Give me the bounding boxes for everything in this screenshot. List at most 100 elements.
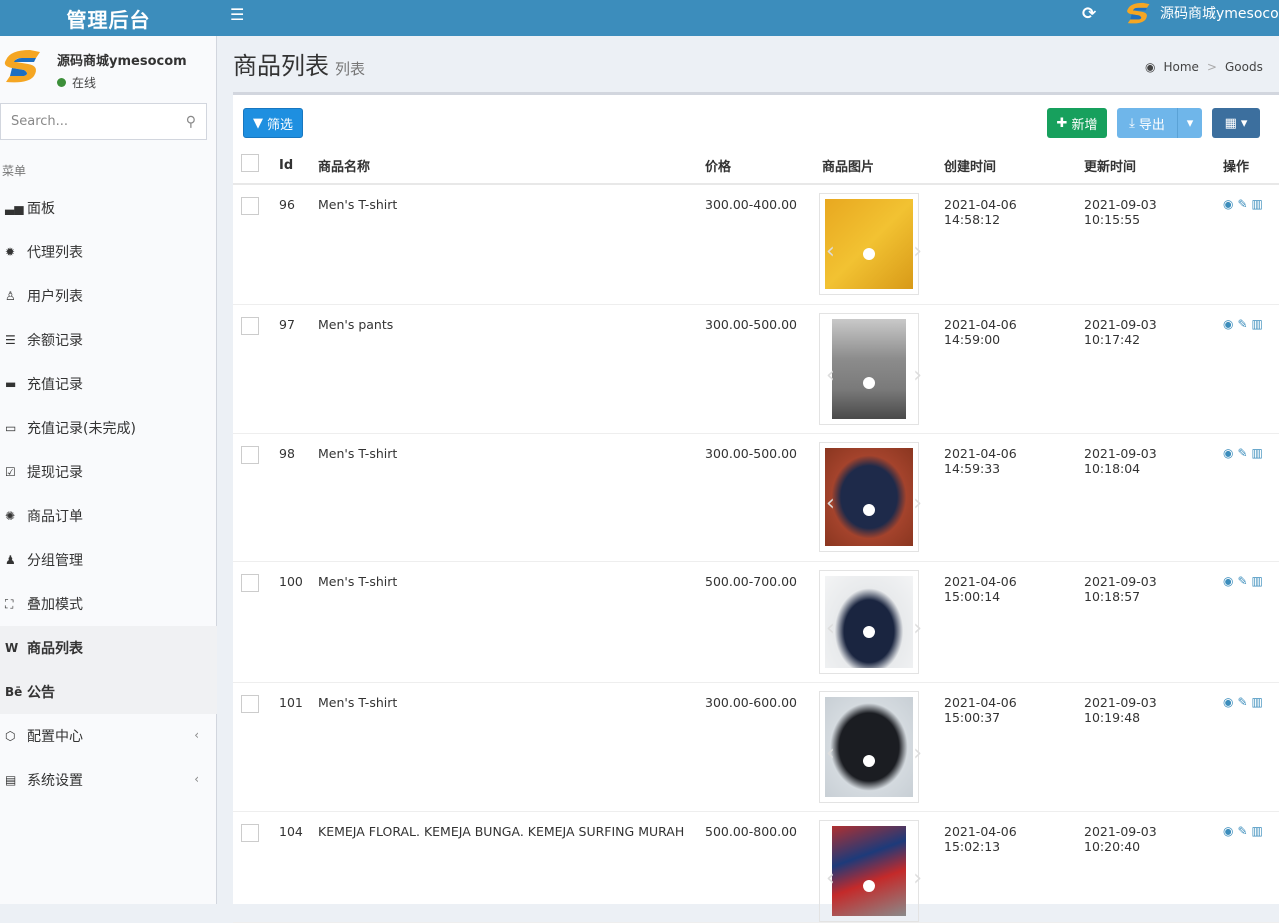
- trash-icon[interactable]: ▥: [1252, 695, 1263, 709]
- export-dropdown-button[interactable]: ▾: [1177, 108, 1202, 138]
- col-created[interactable]: 创建时间: [936, 147, 1076, 185]
- eye-icon[interactable]: ◉: [1223, 446, 1233, 460]
- edit-icon[interactable]: ✎: [1237, 197, 1247, 211]
- cell-created: 2021-04-06 14:59:00: [936, 304, 1076, 434]
- product-image-carousel[interactable]: ‹ ›: [819, 690, 922, 803]
- user-name: 源码商城ymesocom: [57, 54, 187, 69]
- users-icon: ♟: [5, 553, 16, 567]
- cell-name: KEMEJA FLORAL. KEMEJA BUNGA. KEMEJA SURF…: [310, 811, 697, 923]
- chevron-left-icon[interactable]: ‹: [826, 491, 835, 516]
- search-input[interactable]: Search... ⚲: [0, 103, 207, 140]
- caret-down-icon: ▾: [1240, 115, 1248, 131]
- chevron-right-icon[interactable]: ›: [913, 363, 922, 388]
- trash-icon[interactable]: ▥: [1252, 824, 1263, 838]
- sidebar-item-goods[interactable]: W 商品列表: [0, 626, 217, 670]
- col-name[interactable]: 商品名称: [310, 147, 697, 185]
- sidebar-item-notice[interactable]: Bē 公告: [0, 670, 217, 714]
- chevron-left-icon[interactable]: ‹: [826, 363, 835, 388]
- cell-updated: 2021-09-03 10:18:57: [1076, 561, 1215, 683]
- add-button[interactable]: ✚ 新增: [1047, 108, 1107, 138]
- edit-icon[interactable]: ✎: [1237, 695, 1247, 709]
- app-logo[interactable]: 管理后台: [0, 0, 217, 36]
- chevron-right-icon[interactable]: ›: [913, 741, 922, 766]
- edit-icon[interactable]: ✎: [1237, 574, 1247, 588]
- cell-name: Men's pants: [310, 304, 697, 434]
- chevron-left-icon: ‹: [194, 728, 199, 742]
- trash-icon[interactable]: ▥: [1252, 446, 1263, 460]
- trash-icon[interactable]: ▥: [1252, 317, 1263, 331]
- chevron-left-icon[interactable]: ‹: [826, 866, 835, 891]
- chevron-right-icon[interactable]: ›: [913, 866, 922, 891]
- trash-icon[interactable]: ▥: [1252, 197, 1263, 211]
- cell-id: 96: [271, 184, 310, 305]
- sidebar-item-recharge[interactable]: ▬ 充值记录: [0, 362, 217, 406]
- chevron-left-icon[interactable]: ‹: [826, 741, 835, 766]
- cell-updated: 2021-09-03 10:18:04: [1076, 433, 1215, 562]
- select-all-checkbox[interactable]: [241, 154, 259, 172]
- columns-toggle-button[interactable]: ▦ ▾: [1212, 108, 1260, 138]
- behance-icon: Bē: [5, 685, 23, 699]
- chevron-right-icon[interactable]: ›: [913, 239, 922, 264]
- search-icon[interactable]: ⚲: [186, 114, 196, 130]
- breadcrumb-home[interactable]: Home: [1163, 60, 1198, 74]
- edit-icon[interactable]: ✎: [1237, 317, 1247, 331]
- cell-price: 300.00-400.00: [697, 184, 814, 305]
- product-image-carousel[interactable]: ‹ ›: [819, 441, 922, 552]
- sidebar-item-users[interactable]: ♙ 用户列表: [0, 274, 217, 318]
- breadcrumb: ◉ Home > Goods: [1145, 60, 1263, 74]
- row-checkbox[interactable]: [241, 573, 259, 592]
- filter-button[interactable]: ▼ 筛选: [243, 108, 303, 138]
- chevron-right-icon[interactable]: ›: [913, 616, 922, 641]
- cell-price: 500.00-800.00: [697, 811, 814, 923]
- filter-icon: ▼: [252, 115, 263, 131]
- product-image-carousel[interactable]: ‹ ›: [819, 819, 922, 922]
- eye-icon[interactable]: ◉: [1223, 695, 1233, 709]
- eye-icon[interactable]: ◉: [1223, 824, 1233, 838]
- row-checkbox[interactable]: [241, 694, 259, 713]
- chevron-left-icon[interactable]: ‹: [826, 616, 835, 641]
- col-id[interactable]: Id: [271, 147, 310, 185]
- chevron-left-icon[interactable]: ‹: [826, 239, 835, 264]
- row-checkbox[interactable]: [241, 445, 259, 464]
- sidebar-item-orders[interactable]: ✺ 商品订单: [0, 494, 217, 538]
- cell-updated: 2021-09-03 10:19:48: [1076, 682, 1215, 812]
- bars-icon[interactable]: ☰: [230, 5, 244, 24]
- cell-updated: 2021-09-03 10:17:42: [1076, 304, 1215, 434]
- product-image-carousel[interactable]: ‹ ›: [819, 193, 922, 295]
- sidebar-item-agents[interactable]: ✹ 代理列表: [0, 230, 217, 274]
- eye-icon[interactable]: ◉: [1223, 317, 1233, 331]
- user-menu[interactable]: 源码商城ymesocom: [1124, 0, 1279, 26]
- edit-icon[interactable]: ✎: [1237, 446, 1247, 460]
- row-checkbox[interactable]: [241, 316, 259, 335]
- sidebar-item-settings[interactable]: ▤ 系统设置 ‹: [0, 758, 217, 802]
- eye-icon[interactable]: ◉: [1223, 197, 1233, 211]
- battery-icon: ▬: [5, 377, 17, 391]
- eye-icon[interactable]: ◉: [1223, 574, 1233, 588]
- cell-price: 300.00-500.00: [697, 433, 814, 562]
- sidebar-item-config[interactable]: ⬡ 配置中心 ‹: [0, 714, 217, 758]
- chevron-right-icon[interactable]: ›: [913, 491, 922, 516]
- row-checkbox[interactable]: [241, 197, 259, 215]
- table-row: 98 Men's T-shirt 300.00-500.00 ‹ › 2021-0…: [233, 433, 1279, 562]
- sidebar-item-balance[interactable]: ☰ 余额记录: [0, 318, 217, 362]
- cell-name: Men's T-shirt: [310, 682, 697, 812]
- avatar: [1127, 2, 1150, 24]
- sidebar-item-overlay[interactable]: ⛶ 叠加模式: [0, 582, 217, 626]
- online-dot-icon: [57, 78, 66, 87]
- col-updated[interactable]: 更新时间: [1076, 147, 1215, 185]
- product-image-carousel[interactable]: ‹ ›: [819, 569, 922, 674]
- export-button[interactable]: ⤓ 导出: [1117, 108, 1177, 138]
- trash-icon[interactable]: ▥: [1252, 574, 1263, 588]
- sidebar-item-groups[interactable]: ♟ 分组管理: [0, 538, 217, 582]
- edit-icon[interactable]: ✎: [1237, 824, 1247, 838]
- cell-id: 97: [271, 304, 310, 434]
- row-checkbox[interactable]: [241, 823, 259, 842]
- col-image[interactable]: 商品图片: [814, 147, 936, 185]
- refresh-icon[interactable]: ⟳: [1082, 4, 1096, 24]
- sidebar-item-recharge-pending[interactable]: ▭ 充值记录(未完成): [0, 406, 217, 450]
- sidebar-item-withdraw[interactable]: ☑ 提现记录: [0, 450, 217, 494]
- sidebar-item-dashboard[interactable]: ▃▅ 面板: [0, 186, 217, 230]
- product-image-carousel[interactable]: ‹ ›: [819, 312, 922, 425]
- col-price[interactable]: 价格: [697, 147, 814, 185]
- cell-id: 104: [271, 811, 310, 923]
